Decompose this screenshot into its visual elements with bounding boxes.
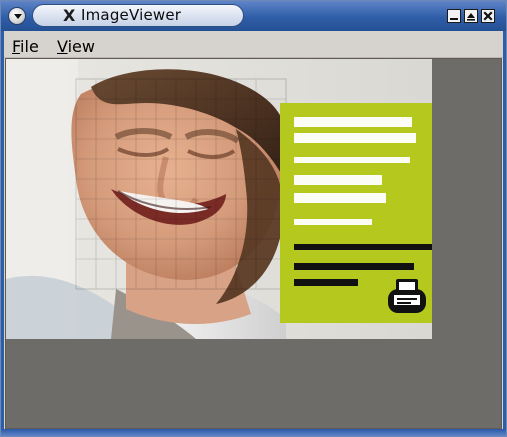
menu-view-rest: iew [67, 37, 95, 56]
imageviewer-window: X ImageViewer File View [0, 0, 507, 437]
displayed-image [6, 59, 432, 339]
window-frame-bottom [1, 429, 506, 436]
maximize-icon [467, 13, 475, 21]
chevron-down-icon [14, 14, 22, 19]
menu-bar: File View [1, 31, 506, 58]
window-frame-left [1, 31, 4, 429]
close-button[interactable] [481, 9, 495, 23]
maximize-button[interactable] [464, 9, 478, 23]
portrait-image [6, 59, 432, 339]
x-logo-icon: X [63, 6, 76, 25]
menu-file[interactable]: File [12, 37, 39, 56]
window-frame-right [503, 31, 506, 429]
title-bar[interactable]: X ImageViewer [1, 1, 506, 31]
window-menu-button[interactable] [8, 7, 26, 25]
minimize-icon [450, 18, 458, 20]
menu-file-rest: ile [20, 37, 39, 56]
menu-view[interactable]: View [57, 37, 95, 56]
menu-file-mnemonic: F [12, 37, 21, 56]
menu-view-mnemonic: V [57, 37, 68, 56]
close-icon [483, 11, 493, 21]
window-title: ImageViewer [81, 6, 182, 24]
image-viewport[interactable] [5, 58, 502, 429]
minimize-button[interactable] [447, 9, 461, 23]
